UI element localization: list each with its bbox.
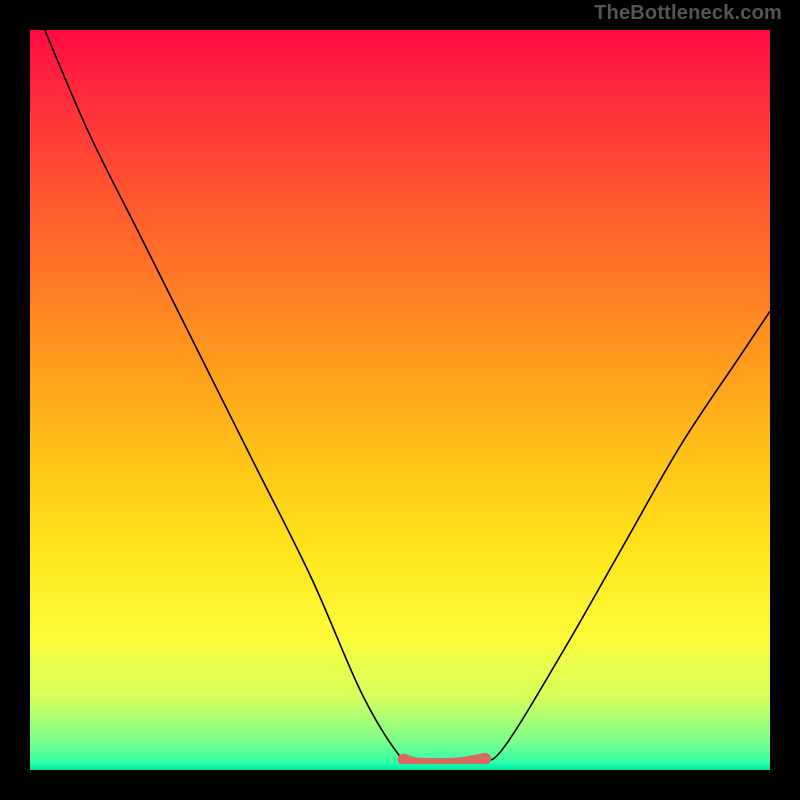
bottleneck-curve [45,30,770,767]
watermark-text: TheBottleneck.com [594,2,782,25]
chart-frame: TheBottleneck.com [0,0,800,800]
plot-area [30,30,770,770]
bottom-green-strip [30,764,770,770]
chart-svg [30,30,770,770]
